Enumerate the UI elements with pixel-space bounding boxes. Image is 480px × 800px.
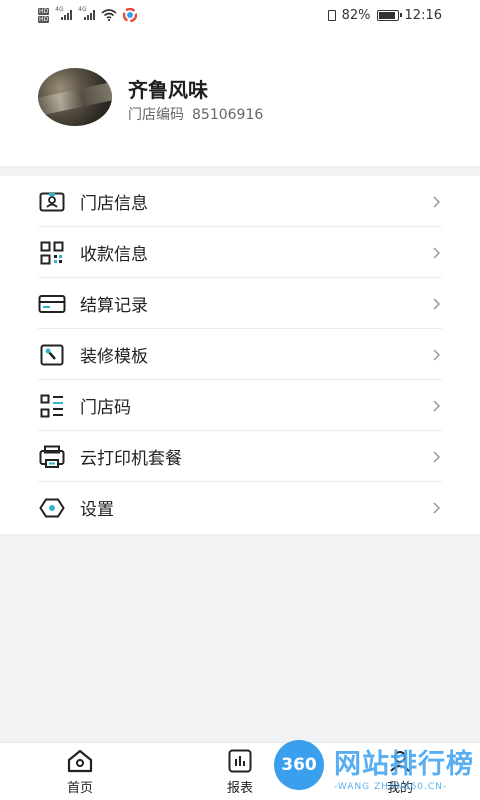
- menu-list: 门店信息 收款信息 结算记录 装修模板 门店码 云打印机套餐 设置: [0, 176, 480, 534]
- clock: 12:16: [404, 7, 442, 23]
- wifi-icon: [101, 9, 117, 21]
- report-icon: [200, 749, 280, 773]
- status-left: HD HD 4G 4G: [38, 6, 138, 23]
- cell-signal-icon: 4G: [55, 6, 73, 20]
- profile-header: 齐鲁风味 门店编码 85106916: [0, 30, 480, 166]
- menu-item-settlement-records[interactable]: 结算记录: [38, 278, 442, 329]
- menu-item-label: 设置: [80, 500, 114, 520]
- menu-item-store-info[interactable]: 门店信息: [38, 176, 442, 227]
- chevron-right-icon: [430, 195, 442, 208]
- chevron-right-icon: [430, 297, 442, 310]
- hd-badge: HD: [38, 15, 50, 23]
- chevron-right-icon: [430, 399, 442, 412]
- status-bar: HD HD 4G 4G 82% 12:16: [0, 0, 480, 30]
- avatar[interactable]: [38, 68, 112, 126]
- status-right: 82% 12:16: [327, 7, 442, 23]
- tab-label: 我的: [386, 781, 413, 796]
- battery-percent: 82%: [341, 7, 371, 23]
- menu-item-label: 云打印机套餐: [80, 449, 182, 469]
- chevron-right-icon: [430, 501, 442, 514]
- store-info-icon: [38, 191, 66, 213]
- chevron-right-icon: [430, 246, 442, 259]
- chevron-right-icon: [430, 348, 442, 361]
- menu-item-decoration-template[interactable]: 装修模板: [38, 329, 442, 380]
- tab-label: 报表: [226, 781, 253, 796]
- store-code-value: 85106916: [192, 107, 264, 123]
- card-icon: [38, 293, 66, 315]
- tab-home[interactable]: 首页: [40, 749, 120, 796]
- tab-label: 首页: [66, 781, 93, 796]
- profile-icon: [360, 749, 440, 773]
- menu-item-label: 门店信息: [80, 194, 148, 214]
- menu-item-label: 门店码: [80, 398, 131, 418]
- printer-icon: [38, 445, 66, 468]
- menu-item-label: 结算记录: [80, 296, 148, 316]
- network-generation: 4G: [55, 6, 64, 13]
- store-code: 门店编码 85106916: [128, 104, 263, 124]
- hd-badge: HD: [38, 7, 50, 15]
- hd-badges: HD HD: [38, 7, 50, 23]
- cell-signal-icon: 4G: [78, 6, 96, 20]
- vibrate-icon: [327, 9, 336, 21]
- tab-bar: 首页 报表 我的: [0, 742, 480, 800]
- menu-item-label: 装修模板: [80, 347, 148, 367]
- settings-icon: [38, 497, 66, 519]
- app-notification-icon: [123, 8, 138, 22]
- store-code-label: 门店编码: [128, 107, 184, 123]
- wrench-icon: [38, 344, 66, 366]
- tab-report[interactable]: 报表: [200, 749, 280, 796]
- store-name: 齐鲁风味: [128, 78, 208, 102]
- battery-icon: [376, 9, 402, 21]
- store-code-icon: [38, 394, 66, 417]
- tab-profile[interactable]: 我的: [360, 749, 440, 796]
- qr-code-icon: [38, 241, 66, 264]
- menu-item-label: 收款信息: [80, 245, 148, 265]
- home-icon: [40, 749, 120, 773]
- menu-item-cloud-printer[interactable]: 云打印机套餐: [38, 431, 442, 482]
- menu-item-payment-info[interactable]: 收款信息: [38, 227, 442, 278]
- network-generation: 4G: [78, 6, 87, 13]
- chevron-right-icon: [430, 450, 442, 463]
- battery-fill: [378, 11, 395, 19]
- menu-item-store-code[interactable]: 门店码: [38, 380, 442, 431]
- menu-item-settings[interactable]: 设置: [38, 482, 442, 533]
